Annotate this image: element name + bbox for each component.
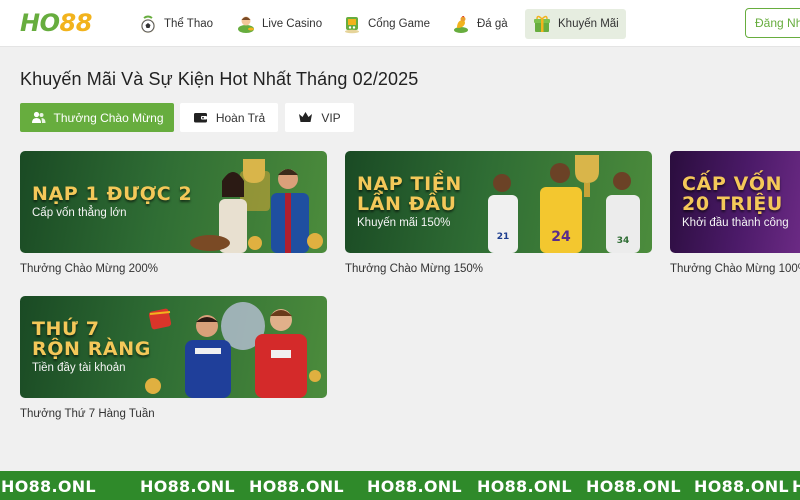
promo-headline: NẠP 1 ĐƯỢC 2 — [32, 183, 193, 205]
casino-dealer-icon — [236, 14, 256, 34]
wallet-icon — [193, 110, 208, 125]
promo-headline-line-2: RỘN RÀNG — [32, 338, 151, 360]
promo-headline-line-2: 20 TRIỆU — [682, 193, 783, 215]
watermark-text: HO88.ONL — [792, 477, 800, 496]
nav-item-cong-game[interactable]: Cổng Game — [335, 9, 437, 39]
promo-headline: NẠP TIỀN — [357, 173, 462, 195]
crown-icon — [298, 110, 313, 125]
promo-subtitle: Cấp vốn thẳng lớn — [32, 207, 127, 219]
tab-label: Thưởng Chào Mừng — [53, 110, 164, 125]
ho88-logo[interactable]: HO88 — [20, 9, 92, 37]
nav-item-da-ga[interactable]: Đá gà — [444, 9, 515, 39]
watermark-bar: HO88.ONL HO88.ONL HO88.ONL HO88.ONL HO88… — [0, 471, 800, 500]
nav-label: Cổng Game — [368, 18, 431, 30]
promo-caption[interactable]: Thưởng Chào Mừng 200% — [20, 263, 158, 275]
watermark-text: HO88.ONL — [694, 477, 789, 496]
watermark-text: HO88.ONL — [367, 477, 462, 496]
nav-item-live-casino[interactable]: Live Casino — [229, 9, 329, 39]
top-navigation-bar: HO88 Thể Thao Live Casino Cổng Game Đá g… — [0, 0, 800, 47]
watermark-text: HO88.ONL — [140, 477, 235, 496]
svg-text:21: 21 — [497, 232, 510, 242]
soccer-ball-icon — [138, 14, 158, 34]
watermark-text: HO88.ONL — [477, 477, 572, 496]
promo-caption[interactable]: Thưởng Chào Mừng 150% — [345, 263, 483, 275]
promo-banner-nap-tien-lan-dau[interactable]: 21 24 34 NẠP TIỀN LẦN ĐẦU Khuyến mãi 150… — [345, 151, 652, 253]
login-button[interactable]: Đăng Nhập — [745, 8, 800, 38]
nav-label: Khuyến Mãi — [558, 18, 619, 30]
promo-headline-line-2: LẦN ĐẦU — [357, 193, 457, 215]
tab-vip[interactable]: VIP — [285, 103, 354, 132]
promo-players-illustration — [190, 159, 323, 253]
nav-label: Live Casino — [262, 18, 323, 30]
tab-thuong-chao-mung[interactable]: Thưởng Chào Mừng — [20, 103, 174, 132]
promo-players-illustration — [145, 302, 321, 398]
promo-caption[interactable]: Thưởng Thứ 7 Hàng Tuần — [20, 408, 155, 420]
tab-label: Hoàn Trả — [215, 110, 266, 125]
promo-banner-thu-7-ron-rang[interactable]: THỨ 7 RỘN RÀNG Tiền đầy tài khoản — [20, 296, 327, 398]
promo-caption[interactable]: Thưởng Chào Mừng 100% — [670, 263, 800, 275]
watermark-text: HO88.ONL — [249, 477, 344, 496]
promo-banner-nap-1-duoc-2[interactable]: NẠP 1 ĐƯỢC 2 Cấp vốn thẳng lớn — [20, 151, 327, 253]
game-controller-icon — [342, 14, 362, 34]
promo-subtitle: Tiền đầy tài khoản — [32, 362, 126, 374]
svg-text:34: 34 — [617, 236, 630, 246]
nav-label: Đá gà — [477, 18, 508, 30]
users-icon — [31, 110, 46, 125]
tab-label: VIP — [321, 110, 341, 125]
promo-subtitle: Khuyến mãi 150% — [357, 217, 451, 229]
page-title: Khuyến Mãi Và Sự Kiện Hot Nhất Tháng 02/… — [20, 69, 419, 89]
promo-banner-cap-von-20-trieu[interactable]: CẤP VỐN 20 TRIỆU Khởi đầu thành công — [670, 151, 800, 253]
logo-main-text: HO — [20, 9, 60, 37]
rooster-icon — [451, 14, 471, 34]
nav-label: Thể Thao — [164, 18, 214, 30]
nav-item-the-thao[interactable]: Thể Thao — [131, 9, 220, 39]
promo-headline: THỨ 7 — [32, 318, 100, 340]
tab-hoan-tra[interactable]: Hoàn Trả — [180, 103, 278, 132]
svg-text:24: 24 — [551, 229, 571, 245]
promo-players-illustration: 21 24 34 — [488, 155, 640, 253]
watermark-text: HO88.ONL — [586, 477, 681, 496]
logo-accent-text: 88 — [59, 9, 93, 37]
watermark-text: HO88.ONL — [1, 477, 96, 496]
gift-box-icon — [532, 14, 552, 34]
promo-headline: CẤP VỐN — [682, 173, 783, 195]
nav-item-khuyen-mai[interactable]: Khuyến Mãi — [525, 9, 626, 39]
promo-subtitle: Khởi đầu thành công — [682, 217, 789, 229]
